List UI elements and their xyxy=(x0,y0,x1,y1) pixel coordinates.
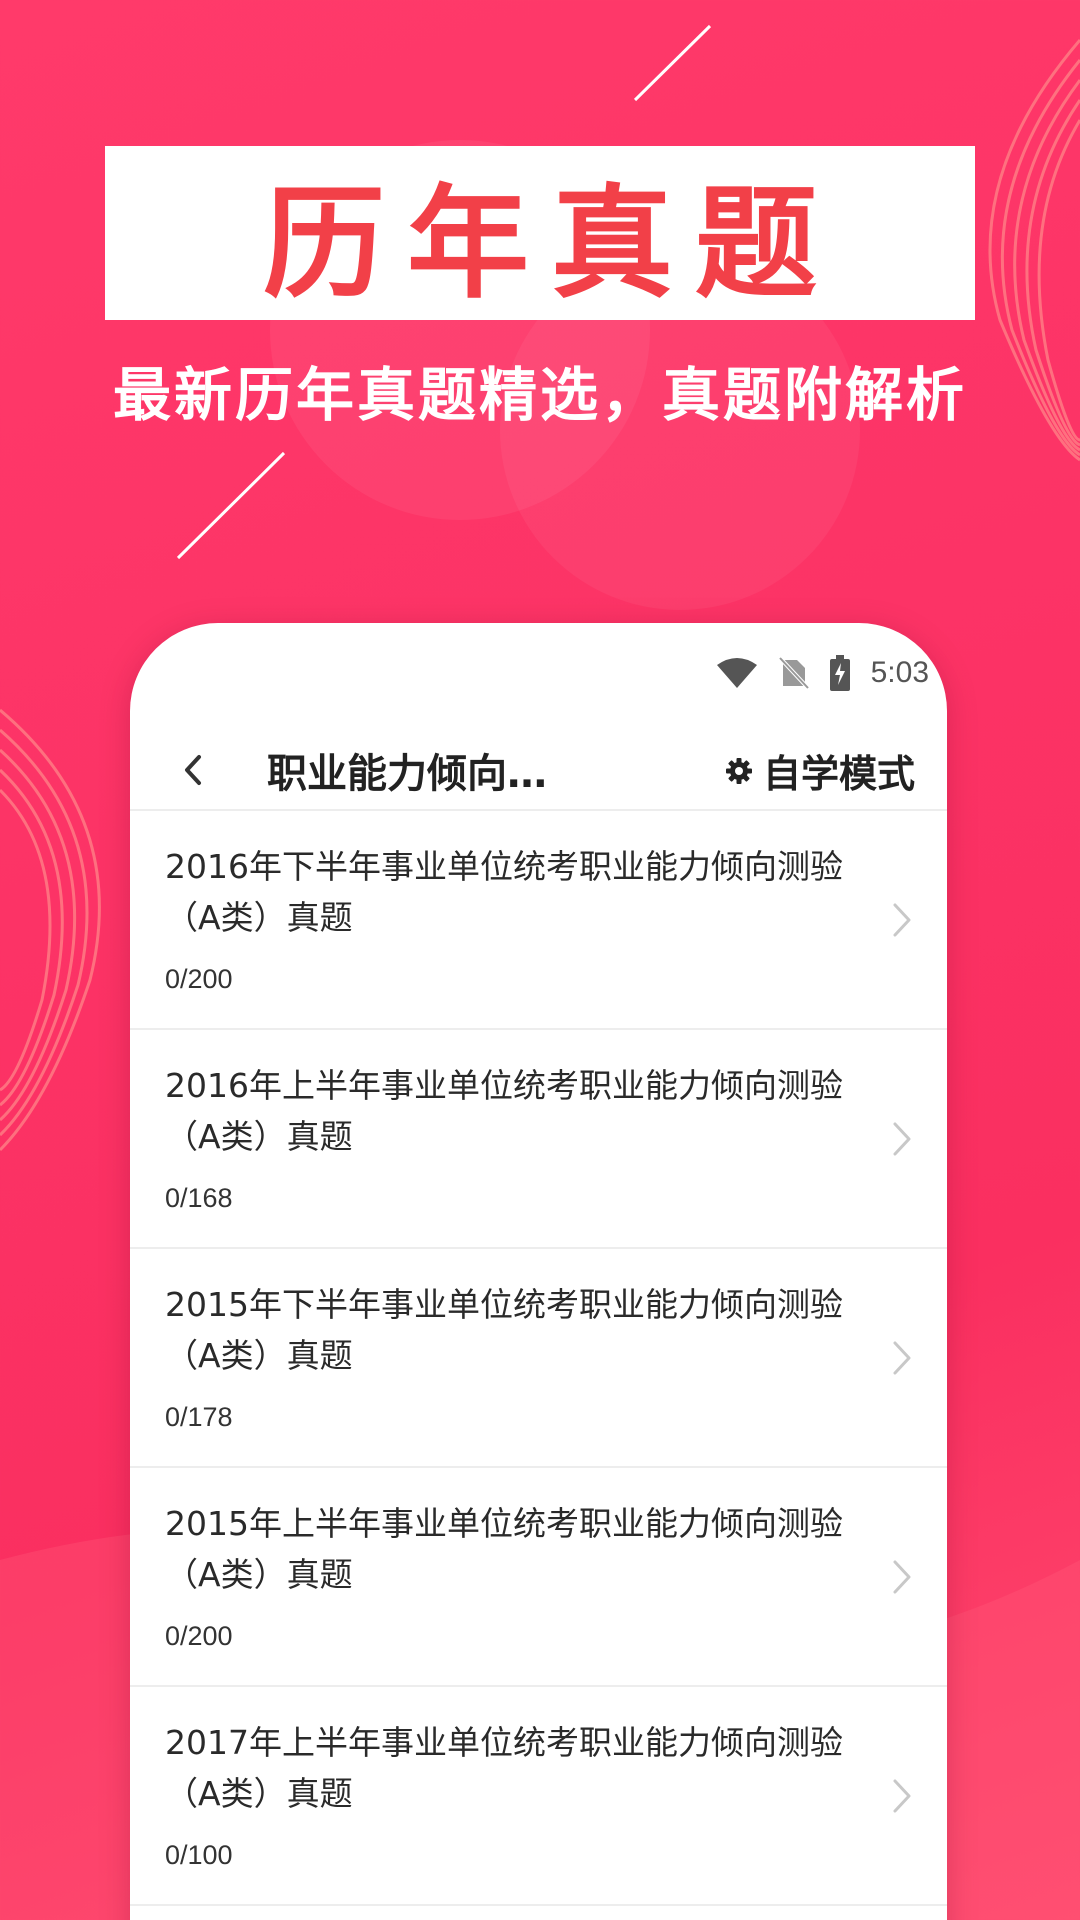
exam-title: 2015年上半年事业单位统考职业能力倾向测验（A类）真题 xyxy=(165,1504,843,1594)
phone-screen: 5:03 职业能力倾向测验（A类） xyxy=(130,623,947,1920)
promo-banner: 历年真题 xyxy=(105,146,975,320)
self-study-mode-button[interactable]: 自学模式 xyxy=(725,743,915,798)
battery-charging-icon xyxy=(829,655,850,691)
banner-title: 历年真题 xyxy=(263,172,839,315)
list-item[interactable]: 2016年下半年事业单位统考职业能力倾向测验（A类）真题 0/200 xyxy=(130,811,947,1030)
exam-list: 2016年下半年事业单位统考职业能力倾向测验（A类）真题 0/200 2016年… xyxy=(130,811,947,1906)
banner-subtitle: 最新历年真题精选，真题附解析 xyxy=(112,361,967,429)
exam-progress: 0/200 xyxy=(165,964,233,994)
exam-title: 2015年下半年事业单位统考职业能力倾向测验（A类）真题 xyxy=(165,1285,843,1375)
list-item[interactable]: 2015年上半年事业单位统考职业能力倾向测验（A类）真题 0/200 xyxy=(130,1468,947,1687)
chevron-right-icon xyxy=(893,1779,911,1813)
status-time: 5:03 xyxy=(870,656,929,689)
chevron-right-icon xyxy=(893,1122,911,1156)
exam-progress: 0/178 xyxy=(165,1402,233,1432)
wifi-icon xyxy=(716,658,757,688)
chevron-left-icon xyxy=(185,755,201,785)
exam-progress: 0/100 xyxy=(165,1840,233,1870)
exam-title: 2017年上半年事业单位统考职业能力倾向测验（A类）真题 xyxy=(165,1723,843,1813)
page-title: 职业能力倾向测验（A类） xyxy=(267,751,567,797)
gear-icon xyxy=(725,757,752,784)
no-sim-icon xyxy=(778,656,809,690)
mode-label: 自学模式 xyxy=(762,752,915,796)
list-item[interactable]: 2016年上半年事业单位统考职业能力倾向测验（A类）真题 0/168 xyxy=(130,1030,947,1249)
chevron-right-icon xyxy=(893,1560,911,1594)
app-bar: 职业能力倾向测验（A类） 自学模式 xyxy=(130,731,947,809)
exam-progress: 0/200 xyxy=(165,1621,233,1651)
exam-progress: 0/168 xyxy=(165,1183,233,1213)
exam-title: 2016年下半年事业单位统考职业能力倾向测验（A类）真题 xyxy=(165,847,843,937)
status-bar: 5:03 xyxy=(715,651,929,695)
chevron-right-icon xyxy=(893,903,911,937)
list-item[interactable]: 2015年下半年事业单位统考职业能力倾向测验（A类）真题 0/178 xyxy=(130,1249,947,1468)
chevron-right-icon xyxy=(893,1341,911,1375)
list-item[interactable]: 2017年上半年事业单位统考职业能力倾向测验（A类）真题 0/100 xyxy=(130,1687,947,1906)
back-button[interactable] xyxy=(168,745,218,795)
exam-title: 2016年上半年事业单位统考职业能力倾向测验（A类）真题 xyxy=(165,1066,843,1156)
